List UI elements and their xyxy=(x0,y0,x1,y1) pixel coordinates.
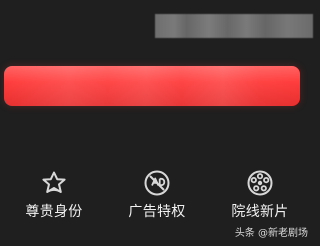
watermark-text: 头条 @新老剧场 xyxy=(234,228,308,239)
crown-star-icon xyxy=(42,171,66,193)
feature-theatrical-new-release[interactable]: 院线新片 xyxy=(220,168,300,220)
no-ads-icon xyxy=(144,170,170,196)
feature-label: 院线新片 xyxy=(231,204,289,220)
feature-label: 尊贵身份 xyxy=(25,204,83,220)
redacted-user-info xyxy=(155,14,313,38)
feature-honor-identity[interactable]: 尊贵身份 xyxy=(14,168,94,220)
film-reel-icon xyxy=(247,170,273,196)
redacted-membership-banner xyxy=(4,66,300,106)
feature-label: 广告特权 xyxy=(128,204,186,220)
membership-benefits: 尊贵身份 广告特权 院线新片 xyxy=(0,168,314,228)
feature-ad-privilege[interactable]: 广告特权 xyxy=(117,168,197,220)
